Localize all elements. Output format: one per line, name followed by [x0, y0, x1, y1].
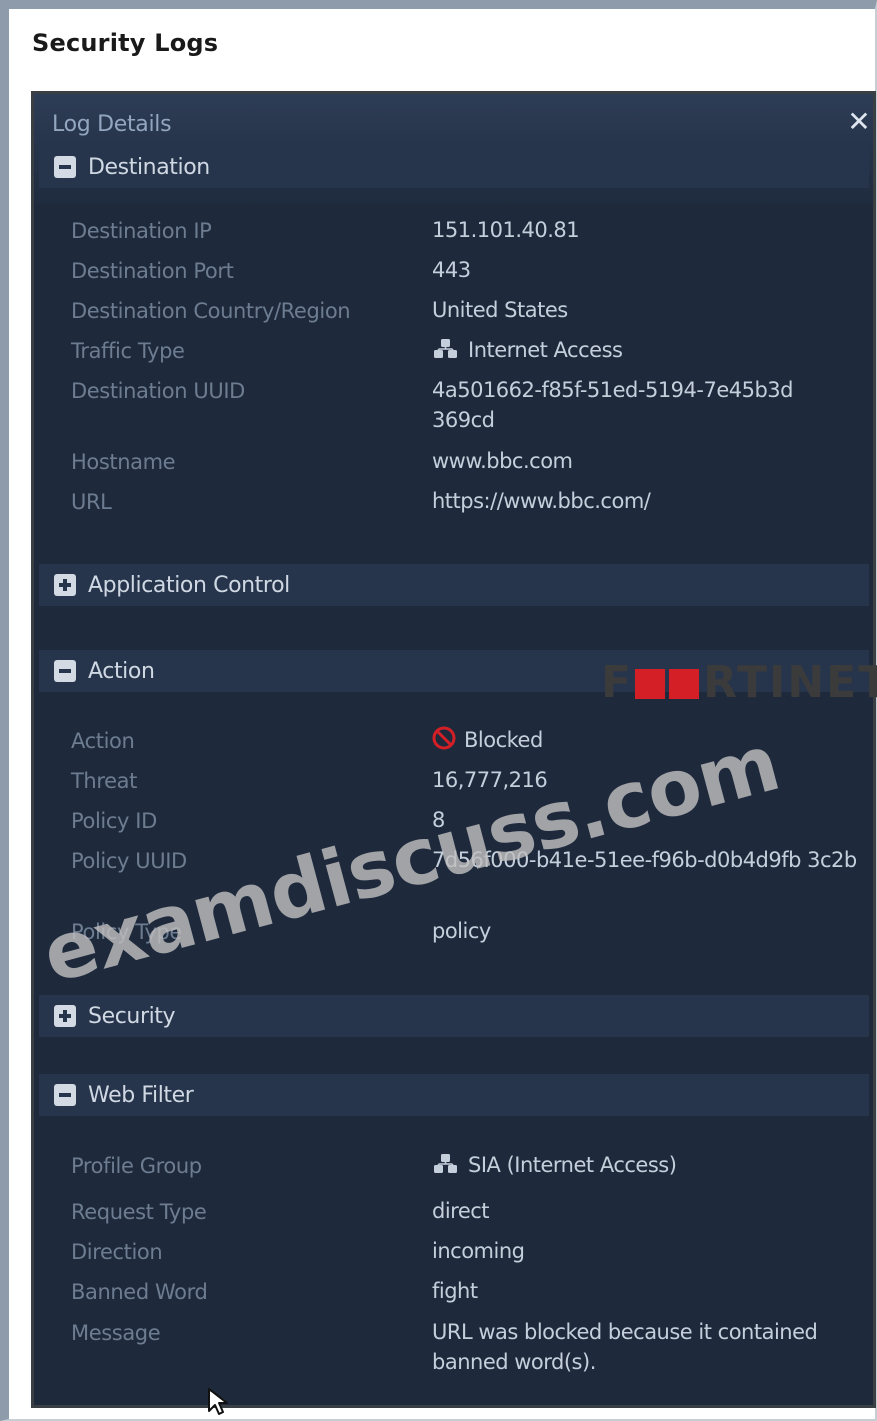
profile-group-value: SIA (Internet Access) — [432, 1150, 872, 1183]
blocked-icon — [432, 726, 456, 758]
section-security-toggle[interactable]: Security — [39, 995, 869, 1037]
collapse-icon — [54, 156, 76, 178]
section-label: Security — [88, 1003, 176, 1029]
traffic-type-text: Internet Access — [468, 338, 623, 362]
section-web-filter-toggle[interactable]: Web Filter — [39, 1074, 869, 1116]
direction-label: Direction — [71, 1240, 163, 1264]
destination-uuid-label: Destination UUID — [71, 379, 245, 403]
direction-value: incoming — [432, 1239, 525, 1263]
section-destination-toggle[interactable]: Destination — [39, 146, 869, 188]
destination-country-value: United States — [432, 298, 568, 322]
action-label: Action — [71, 729, 135, 753]
profile-group-text: SIA (Internet Access) — [468, 1153, 677, 1177]
hostname-value: www.bbc.com — [432, 449, 573, 473]
policy-id-value: 8 — [432, 808, 445, 832]
destination-ip-label: Destination IP — [71, 219, 212, 243]
hostname-label: Hostname — [71, 450, 176, 474]
collapse-icon — [54, 660, 76, 682]
message-label: Message — [71, 1321, 161, 1345]
url-label: URL — [71, 490, 112, 514]
section-label: Application Control — [88, 572, 290, 598]
collapse-icon — [54, 1084, 76, 1106]
window-frame: Security Logs Log Details ✕ Destination … — [0, 0, 877, 1421]
threat-label: Threat — [71, 769, 137, 793]
profile-group-label: Profile Group — [71, 1154, 202, 1178]
policy-uuid-label: Policy UUID — [71, 849, 187, 873]
traffic-type-value: Internet Access — [432, 335, 872, 368]
message-value: URL was blocked because it contained ban… — [432, 1320, 818, 1374]
section-application-control-toggle[interactable]: Application Control — [39, 564, 869, 606]
destination-uuid-value: 4a501662-f85f-51ed-5194-7e45b3d 369cd — [432, 378, 794, 432]
policy-uuid-value: 7d56f000-b41e-51ee-f96b-d0b4d9fb 3c2b — [432, 848, 857, 872]
action-text: Blocked — [464, 728, 543, 752]
request-type-label: Request Type — [71, 1200, 207, 1224]
destination-country-label: Destination Country/Region — [71, 299, 351, 323]
mouse-cursor-icon — [207, 1387, 233, 1421]
expand-icon — [54, 574, 76, 596]
log-details-panel: Log Details ✕ Destination Destination IP… — [31, 91, 876, 1408]
banned-word-value: fight — [432, 1279, 478, 1303]
close-icon[interactable]: ✕ — [847, 108, 871, 136]
expand-icon — [54, 1005, 76, 1027]
banned-word-label: Banned Word — [71, 1280, 208, 1304]
policy-id-label: Policy ID — [71, 809, 157, 833]
panel-title: Log Details — [52, 112, 172, 137]
network-icon — [432, 338, 460, 368]
policy-type-value: policy — [432, 919, 491, 943]
section-label: Action — [88, 658, 155, 684]
request-type-value: direct — [432, 1199, 490, 1223]
url-value: https://www.bbc.com/ — [432, 489, 651, 513]
threat-value: 16,777,216 — [432, 768, 548, 792]
action-value: Blocked — [432, 725, 872, 758]
destination-ip-value: 151.101.40.81 — [432, 218, 580, 242]
destination-port-label: Destination Port — [71, 259, 234, 283]
network-icon — [432, 1153, 460, 1183]
traffic-type-label: Traffic Type — [71, 339, 185, 363]
page-title: Security Logs — [32, 29, 219, 57]
section-action-toggle[interactable]: Action — [39, 650, 869, 692]
policy-type-label: Policy Type — [71, 920, 182, 944]
destination-port-value: 443 — [432, 258, 471, 282]
section-label: Destination — [88, 154, 210, 180]
section-label: Web Filter — [88, 1082, 194, 1108]
